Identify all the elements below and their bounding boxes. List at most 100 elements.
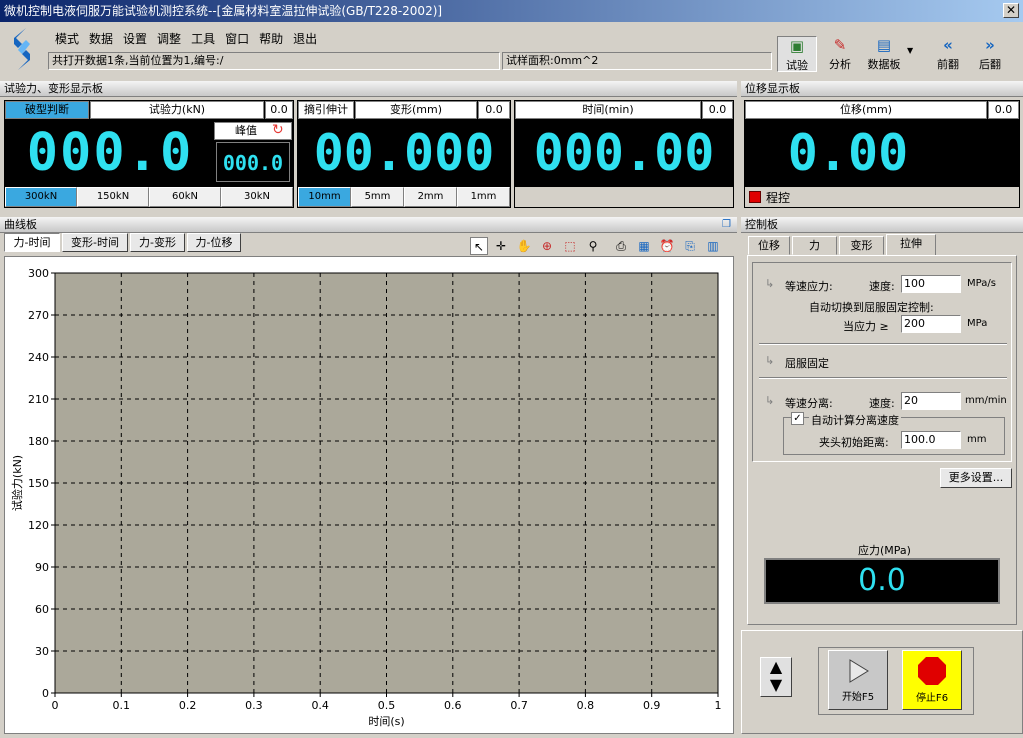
databoard-dropdown-icon[interactable]: ▼ <box>907 46 913 55</box>
step1-arrow-icon: ↳ <box>765 277 775 290</box>
auto-switch-label: 自动切换到屈服固定控制: <box>809 301 934 314</box>
condition-unit: MPa <box>967 318 988 329</box>
step3-arrow-icon: ↳ <box>765 394 775 407</box>
x-tick-label: 1 <box>715 699 722 712</box>
program-control-row: 程控 <box>745 187 1019 207</box>
x-tick-label: 0.3 <box>245 699 263 712</box>
double-left-arrow-icon: « <box>943 36 953 54</box>
x-tick-label: 0 <box>52 699 59 712</box>
prev-button[interactable]: «前翻 <box>930 36 966 72</box>
timer-icon[interactable]: ⏰ <box>658 237 676 255</box>
menu-item[interactable]: 数据 <box>84 30 118 48</box>
close-button[interactable]: ✕ <box>1003 3 1019 18</box>
range-button[interactable]: 2mm <box>404 187 457 207</box>
stop-button[interactable]: 停止F6 <box>902 650 962 710</box>
reset-peak-icon[interactable]: ↻ <box>272 122 284 138</box>
time-small-value: 0.0 <box>702 101 733 119</box>
window-title: 微机控制电液伺服万能试验机测控系统--[金属材料室温拉伸试验(GB/T228-2… <box>4 4 443 18</box>
curve-tab[interactable]: 变形-时间 <box>62 233 128 252</box>
control-tab[interactable]: 力 <box>792 236 837 255</box>
control-tab[interactable]: 变形 <box>839 236 884 255</box>
databoard-button[interactable]: ▤ 数据板 <box>862 36 906 72</box>
stress-display: 0.0 <box>764 558 1000 604</box>
chart-svg: 0 0.1 0.2 0.3 0.4 0.5 0.6 0.7 0.8 0.9 1 0 30 60 90 120 1… <box>10 267 722 728</box>
force-label: 试验力(kN) <box>90 101 264 119</box>
app-logo-icon <box>10 26 34 72</box>
program-control-label: 程控 <box>766 190 791 205</box>
menu-item[interactable]: 调整 <box>152 30 186 48</box>
deform-small-value: 0.0 <box>478 101 510 119</box>
menu-item[interactable]: 设置 <box>118 30 152 48</box>
analyze-button[interactable]: ✎ 分析 <box>822 36 858 72</box>
time-label: 时间(min) <box>515 101 701 119</box>
x-tick-label: 0.2 <box>179 699 197 712</box>
deform-label: 变形(mm) <box>355 101 477 119</box>
condition-input[interactable]: 200 <box>901 315 961 333</box>
menu-item[interactable]: 模式 <box>50 30 84 48</box>
y-tick-label: 240 <box>28 351 49 364</box>
auto-calc-checkbox[interactable]: ✓ <box>791 412 804 425</box>
zoom-box-tool-icon[interactable]: ⬚ <box>561 237 579 255</box>
y-tick-label: 270 <box>28 309 49 322</box>
extensometer-button[interactable]: 摘引伸计 <box>298 101 354 119</box>
menu-item[interactable]: 窗口 <box>220 30 254 48</box>
x-tick-label: 0.5 <box>378 699 396 712</box>
more-settings-button[interactable]: 更多设置... <box>940 468 1012 488</box>
y-tick-label: 150 <box>28 477 49 490</box>
next-button[interactable]: » 后翻 <box>972 36 1008 72</box>
play-icon <box>849 659 869 683</box>
menu-item[interactable]: 工具 <box>186 30 220 48</box>
condition-label: 当应力 ≥ <box>843 320 889 333</box>
init-distance-input[interactable]: 100.0 <box>901 431 961 449</box>
control-tab[interactable]: 拉伸 <box>886 234 936 256</box>
print-tool-icon[interactable]: ⎙ <box>612 237 630 255</box>
curve-tab[interactable]: 力-时间 <box>4 233 60 252</box>
test-button[interactable]: ▣ 试验 <box>777 36 817 72</box>
crosshair-tool-icon[interactable]: ✛ <box>492 237 510 255</box>
zoom-tool-icon[interactable]: ⚲ <box>584 237 602 255</box>
menu-item[interactable]: 退出 <box>288 30 322 48</box>
time-blank-row <box>515 187 733 207</box>
control-tab[interactable]: 位移 <box>748 236 790 255</box>
auto-calc-label: 自动计算分离速度 <box>809 412 901 428</box>
curve-tab[interactable]: 力-变形 <box>130 233 185 252</box>
zoom-in-tool-icon[interactable]: ⊕ <box>538 237 556 255</box>
displacement-display: 位移(mm) 0.0 0.00 程控 <box>744 100 1020 208</box>
step2-arrow-icon: ↳ <box>765 354 775 367</box>
export-icon[interactable]: ⎘ <box>681 237 699 255</box>
curve-tab[interactable]: 力-位移 <box>187 233 241 252</box>
y-tick-label: 180 <box>28 435 49 448</box>
program-control-indicator[interactable] <box>749 191 761 203</box>
step1-speed-input[interactable]: 100 <box>901 275 961 293</box>
pointer-tool-icon[interactable]: ↖ <box>470 237 488 255</box>
collapse-toggle-button[interactable]: ▲ ▼ <box>760 657 792 697</box>
chart-settings-icon[interactable]: ▦ <box>635 237 653 255</box>
range-button[interactable]: 150kN <box>77 187 149 207</box>
step3-speed-input[interactable]: 20 <box>901 392 961 410</box>
divider <box>759 377 1007 379</box>
force-deform-panel-header: 试验力、变形显示板 <box>0 81 737 97</box>
control-tab-body: ↳ 等速应力: 速度: 100 MPa/s 自动切换到屈服固定控制: 当应力 ≥… <box>747 255 1017 625</box>
disp-value: 0.00 <box>787 124 909 182</box>
pan-tool-icon[interactable]: ✋ <box>515 237 533 255</box>
control-steps-box: ↳ 等速应力: 速度: 100 MPa/s 自动切换到屈服固定控制: 当应力 ≥… <box>752 262 1012 462</box>
x-axis-label: 时间(s) <box>368 715 404 728</box>
step1-label: 等速应力: <box>785 280 833 293</box>
range-button[interactable]: 30kN <box>221 187 293 207</box>
deform-range-buttons: 10mm 5mm 2mm 1mm <box>298 187 510 207</box>
y-tick-label: 120 <box>28 519 49 532</box>
table-icon[interactable]: ▥ <box>704 237 722 255</box>
disp-label: 位移(mm) <box>745 101 987 119</box>
range-button[interactable]: 300kN <box>5 187 77 207</box>
range-button[interactable]: 10mm <box>298 187 351 207</box>
disp-small-value: 0.0 <box>988 101 1019 119</box>
range-button[interactable]: 5mm <box>351 187 404 207</box>
menu-item[interactable]: 帮助 <box>254 30 288 48</box>
force-mode-button[interactable]: 破型判断 <box>5 101 89 119</box>
curve-chart: 0 0.1 0.2 0.3 0.4 0.5 0.6 0.7 0.8 0.9 1 0 30 60 90 120 1… <box>4 256 734 734</box>
range-button[interactable]: 1mm <box>457 187 510 207</box>
curve-panel-restore-icon[interactable]: ❐ <box>722 219 731 230</box>
y-tick-label: 90 <box>35 561 49 574</box>
range-button[interactable]: 60kN <box>149 187 221 207</box>
start-button[interactable]: 开始F5 <box>828 650 888 710</box>
